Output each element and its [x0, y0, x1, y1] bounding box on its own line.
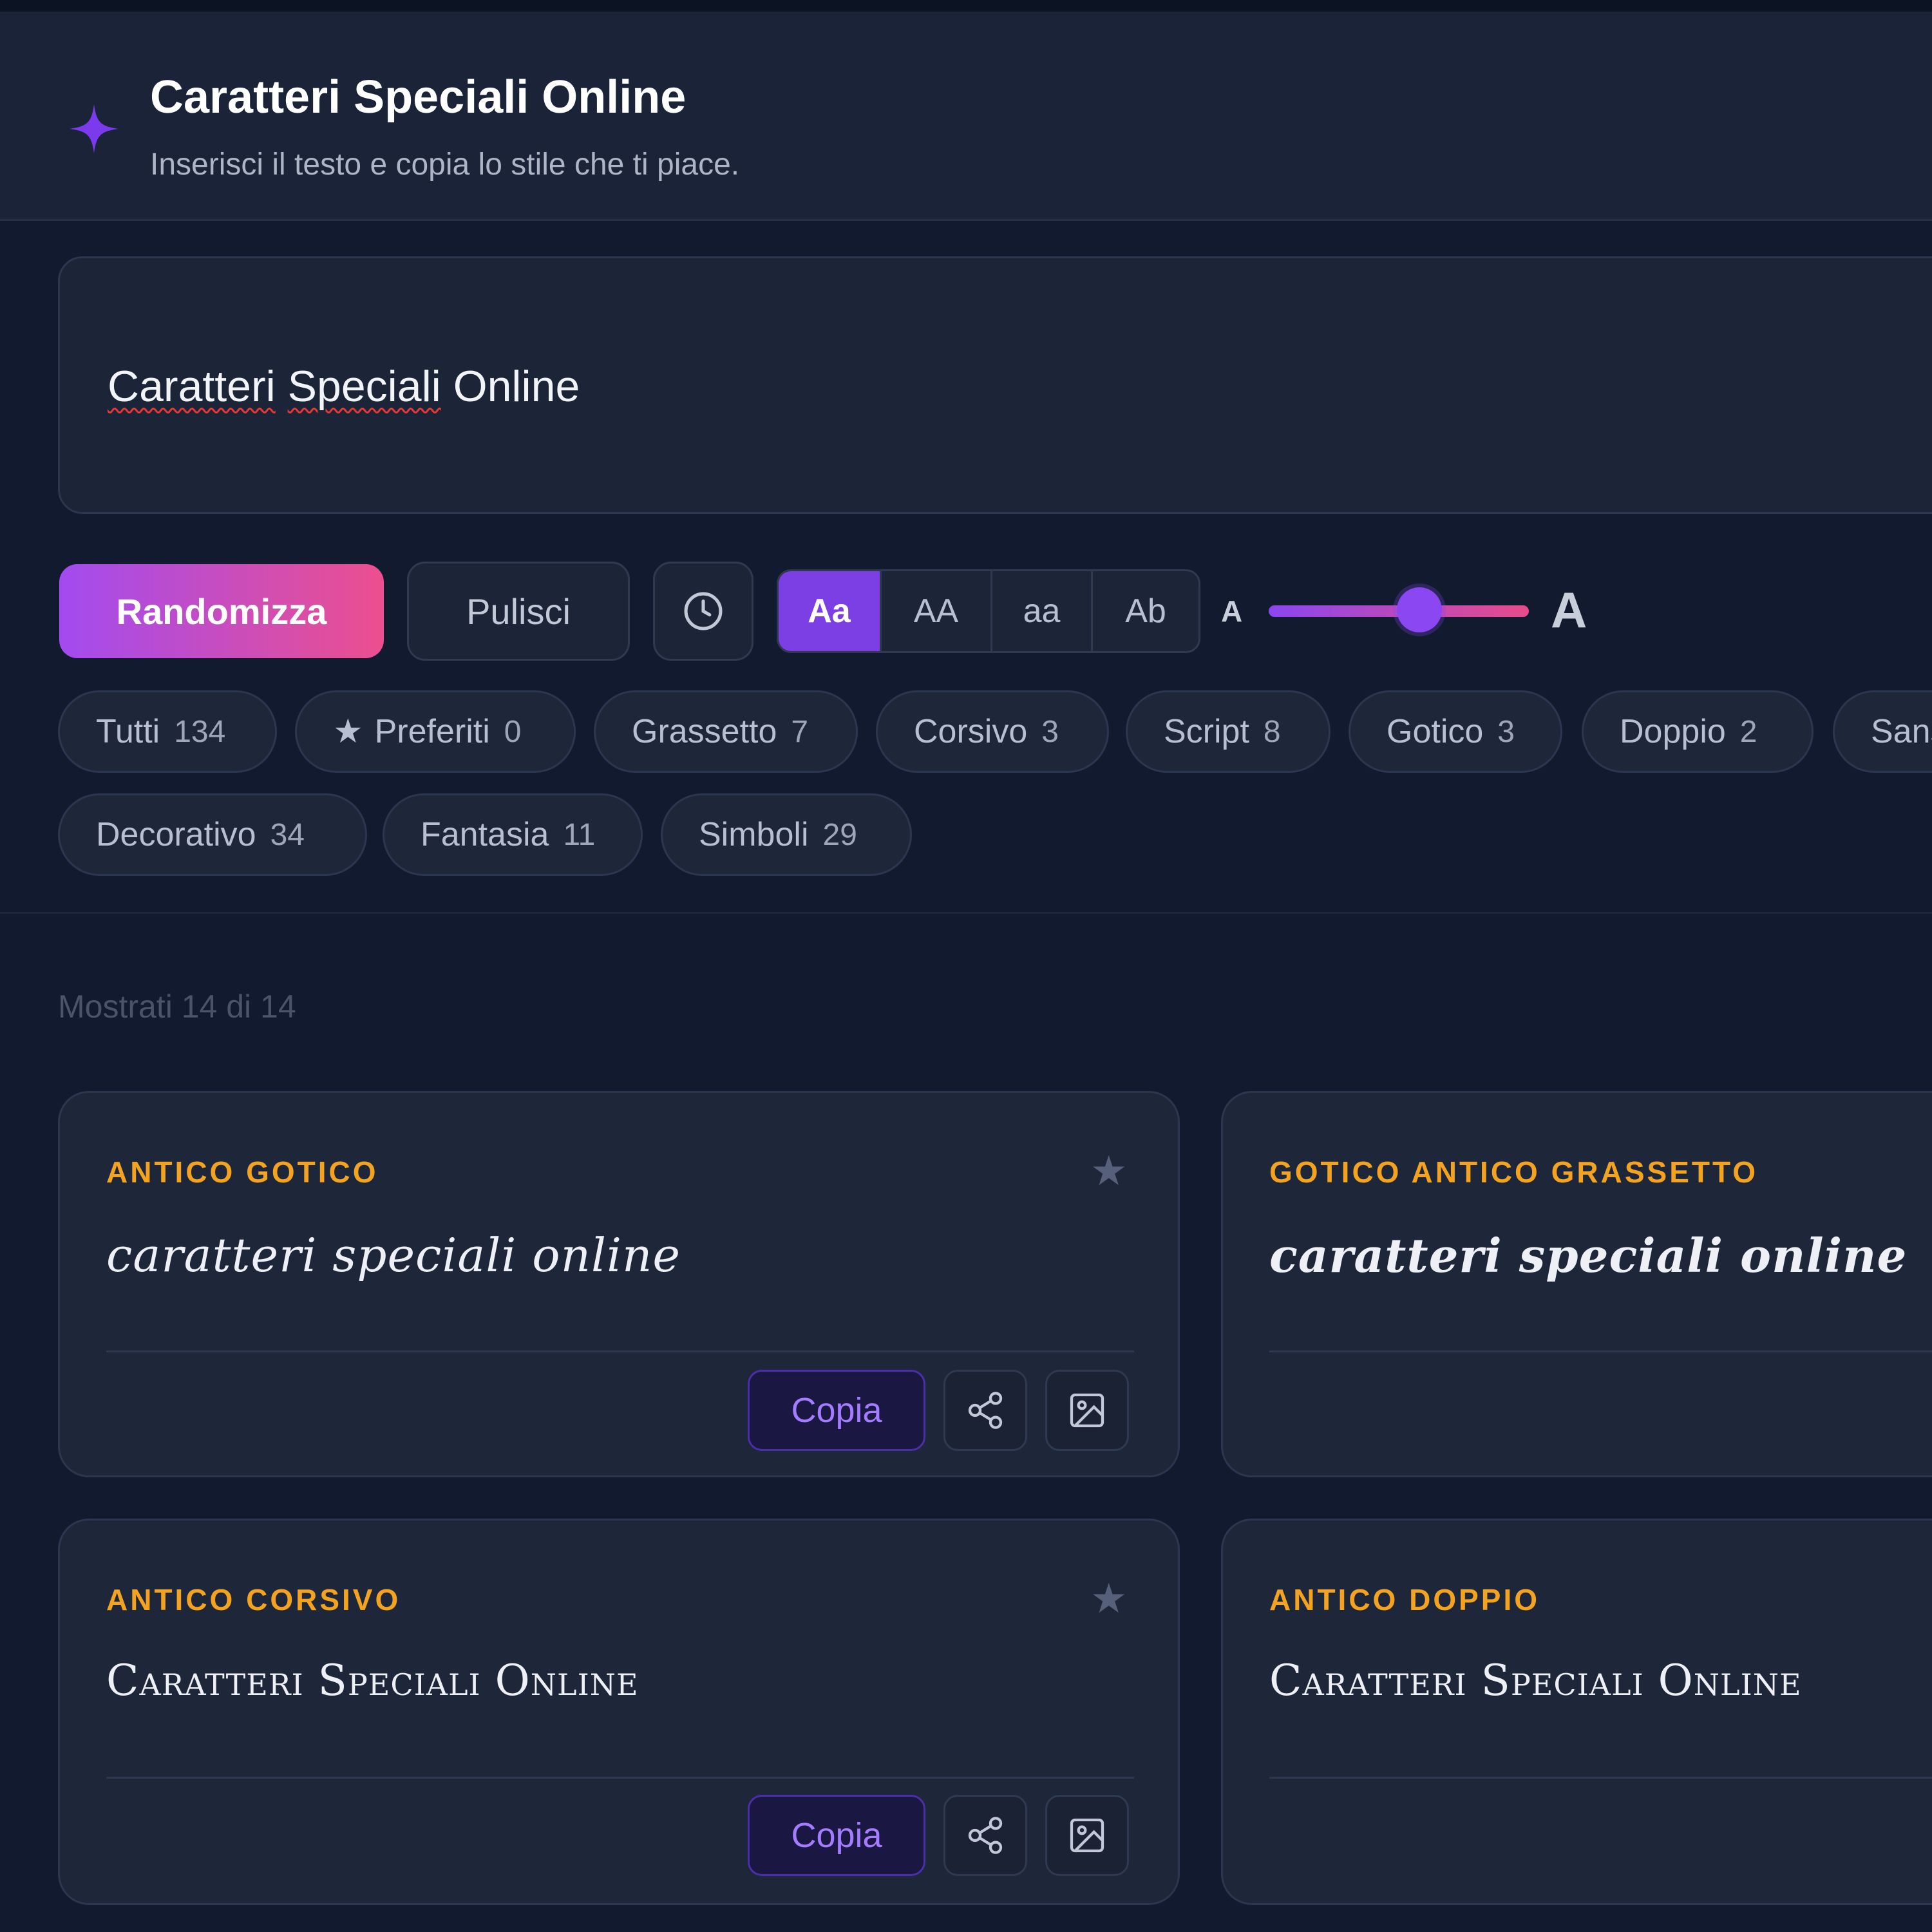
results-count: Mostrati 14 di 14 [58, 989, 296, 1025]
filter-chip-count: 134 [174, 714, 226, 749]
input-text[interactable]: Caratteri Speciali Online [108, 361, 580, 412]
filter-chip-count: 34 [270, 817, 305, 852]
filter-chip-preferiti[interactable]: ★ Preferiti 0 [295, 690, 576, 773]
card-divider [106, 1350, 1134, 1352]
share-button[interactable] [943, 1370, 1027, 1451]
style-card: ANTICO CORSIVO ★ Caratteri Speciali Onli… [58, 1519, 1180, 1905]
filter-chip-count: 3 [1497, 714, 1515, 749]
style-preview: caratteri speciali online [106, 1228, 681, 1282]
filter-chip-corsivo[interactable]: Corsivo 3 [876, 690, 1109, 773]
filter-chip-label: Tutti [96, 713, 160, 750]
case-option-upper[interactable]: AA [882, 571, 992, 651]
page-subtitle: Inserisci il testo e copia lo stile che … [150, 147, 740, 182]
filter-chip-gotico[interactable]: Gotico 3 [1349, 690, 1562, 773]
image-export-button[interactable] [1045, 1795, 1129, 1876]
page-header: Caratteri Speciali Online Inserisci il t… [0, 12, 1932, 221]
copy-button[interactable]: Copia [748, 1370, 925, 1451]
filter-chip-label: Doppio [1620, 713, 1726, 750]
style-name: GOTICO ANTICO GRASSETTO [1269, 1155, 1759, 1189]
filter-chip-fantasia[interactable]: Fantasia 11 [383, 793, 643, 876]
style-name: ANTICO CORSIVO [106, 1583, 401, 1616]
filter-chip-count: 7 [791, 714, 809, 749]
filter-chip-label: Gotico [1387, 713, 1484, 750]
font-size-slider-thumb[interactable] [1397, 587, 1443, 632]
filter-chip-label: Script [1164, 713, 1249, 750]
favorite-star-icon[interactable]: ★ [1090, 1147, 1127, 1195]
style-preview: Caratteri Speciali Online [1269, 1656, 1802, 1705]
filter-chip-script[interactable]: Script 8 [1126, 690, 1331, 773]
card-actions: Copia [748, 1370, 1129, 1451]
sparkle-icon [70, 104, 118, 153]
history-button[interactable] [653, 562, 753, 661]
filter-chip-count: 11 [563, 817, 596, 852]
font-size-large-label: A [1551, 582, 1587, 638]
top-strip [0, 0, 1932, 12]
case-option-lower[interactable]: aa [992, 571, 1093, 651]
randomize-button[interactable]: Randomizza [59, 564, 384, 658]
filter-chip-label: Decorativo [96, 816, 256, 853]
filter-chip-count: 2 [1739, 714, 1757, 749]
style-card: ANTICO GOTICO ★ caratteri speciali onlin… [58, 1091, 1180, 1477]
style-card: GOTICO ANTICO GRASSETTO caratteri specia… [1221, 1091, 1932, 1477]
text-input-field[interactable]: Caratteri Speciali Online [58, 256, 1932, 514]
filter-chip-count: 3 [1041, 714, 1059, 749]
style-preview: Caratteri Speciali Online [106, 1656, 639, 1705]
font-size-small-label: A [1221, 594, 1243, 628]
filter-chip-doppio[interactable]: Doppio 2 [1582, 690, 1814, 773]
filter-chip-decorativo[interactable]: Decorativo 34 [58, 793, 367, 876]
filter-chip-label: Sans [1871, 713, 1932, 750]
filter-chip-label: Grassetto [632, 713, 777, 750]
star-icon: ★ [333, 713, 363, 750]
filter-chip-label: Simboli [699, 816, 809, 853]
filter-chip-count: 0 [504, 714, 522, 749]
favorite-star-icon[interactable]: ★ [1090, 1575, 1127, 1623]
copy-button[interactable]: Copia [748, 1795, 925, 1876]
case-option-alternate[interactable]: Ab [1093, 571, 1198, 651]
style-name: ANTICO DOPPIO [1269, 1583, 1540, 1616]
card-actions: Copia [748, 1795, 1129, 1876]
filter-chip-label: Corsivo [914, 713, 1028, 750]
input-word-3: Online [453, 362, 580, 411]
card-divider [106, 1777, 1134, 1779]
case-toggle-group: Aa AA aa Ab [777, 569, 1200, 653]
input-word-2: Speciali [287, 362, 441, 411]
share-icon [968, 1392, 1003, 1429]
filter-chip-label: Preferiti [374, 713, 490, 750]
style-name: ANTICO GOTICO [106, 1155, 379, 1189]
case-option-aa-title[interactable]: Aa [779, 571, 882, 651]
filter-chip-simboli[interactable]: Simboli 29 [661, 793, 912, 876]
style-preview: caratteri speciali online [1269, 1228, 1908, 1283]
card-divider [1269, 1777, 1932, 1779]
share-button[interactable] [943, 1795, 1027, 1876]
style-card: ANTICO DOPPIO Caratteri Speciali Online [1221, 1519, 1932, 1905]
image-icon [1070, 1818, 1104, 1853]
image-export-button[interactable] [1045, 1370, 1129, 1451]
filter-chip-count: 8 [1263, 714, 1281, 749]
page-title: Caratteri Speciali Online [150, 71, 687, 123]
filter-chip-label: Fantasia [421, 816, 549, 853]
filter-chip-sans[interactable]: Sans [1833, 690, 1932, 773]
filter-chip-tutti[interactable]: Tutti 134 [58, 690, 277, 773]
clock-icon [684, 592, 723, 630]
clear-button[interactable]: Pulisci [407, 562, 630, 661]
filter-chip-count: 29 [822, 817, 857, 852]
section-divider [0, 912, 1932, 914]
image-icon [1070, 1393, 1104, 1428]
card-divider [1269, 1350, 1932, 1352]
input-word-1: Caratteri [108, 362, 276, 411]
share-icon [968, 1817, 1003, 1854]
filter-chip-grassetto[interactable]: Grassetto 7 [594, 690, 858, 773]
